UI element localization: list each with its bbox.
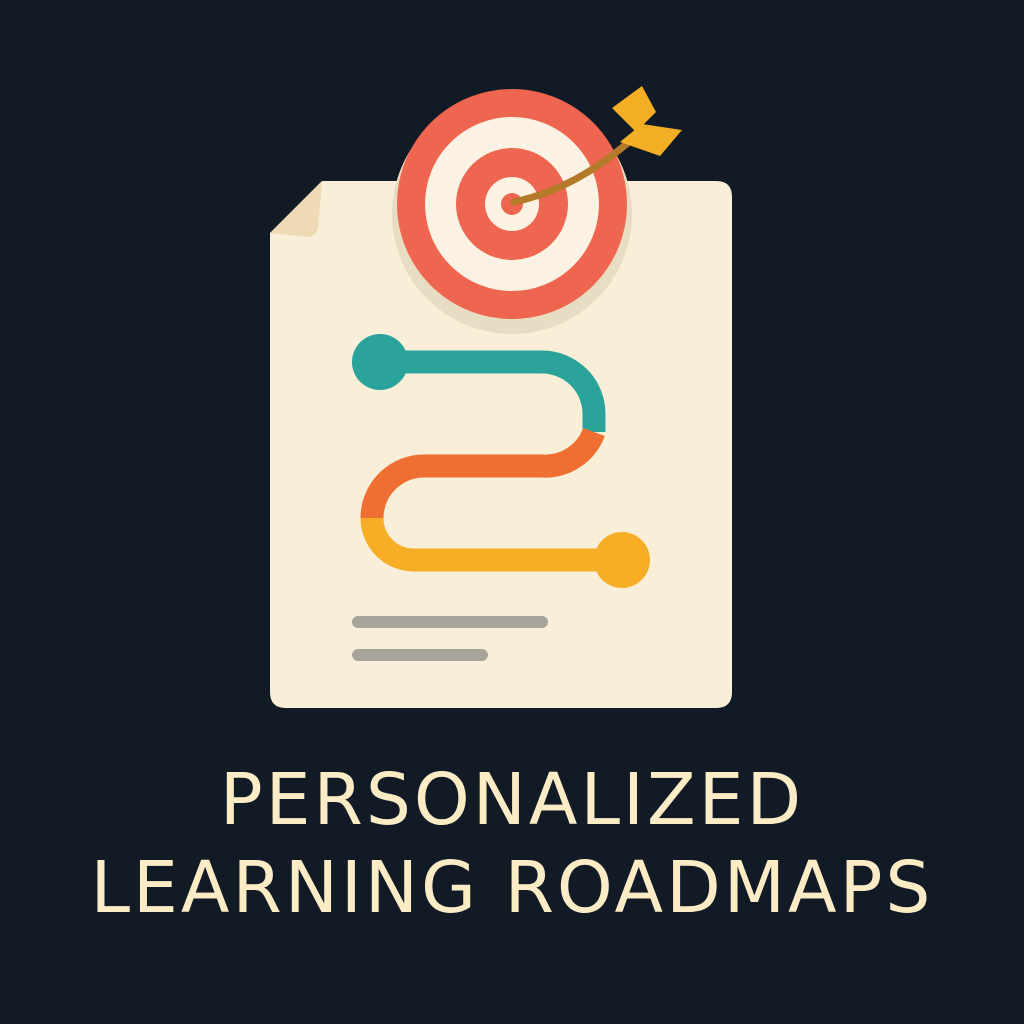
document-corner-fold (270, 181, 322, 237)
title-line-1: PERSONALIZED (219, 758, 805, 841)
path-start-node (352, 334, 408, 390)
path-end-node (594, 532, 650, 588)
roadmap-illustration (270, 86, 732, 708)
arrow-fletching-lower (620, 124, 682, 156)
arrow-fletching-upper (612, 86, 656, 132)
title-line-2: LEARNING ROADMAPS (90, 846, 934, 929)
